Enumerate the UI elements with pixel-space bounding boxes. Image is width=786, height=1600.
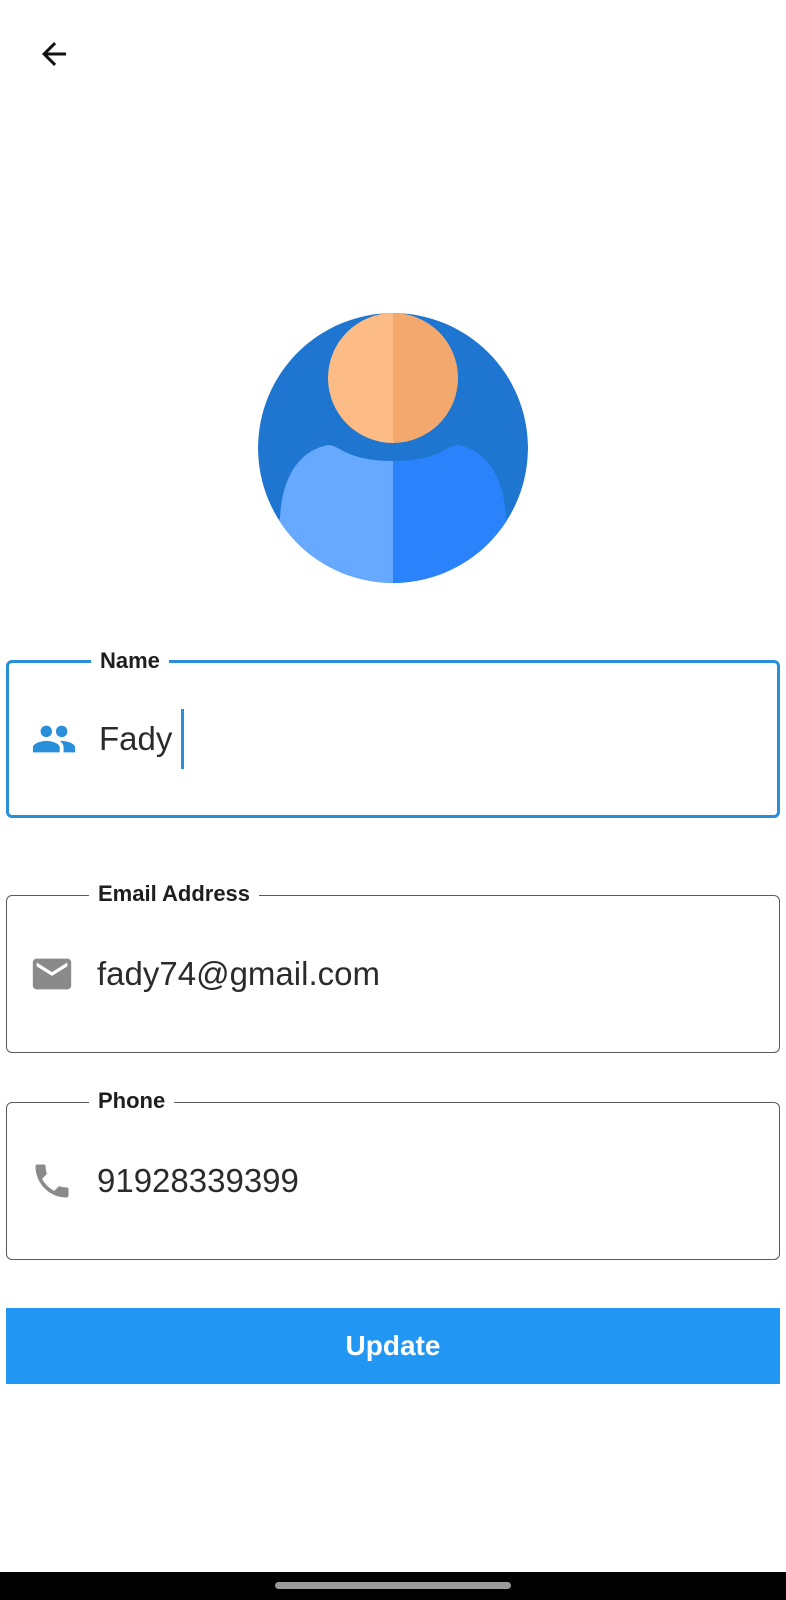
phone-label: Phone <box>89 1087 175 1115</box>
phone-field[interactable]: Phone 91928339399 <box>6 1087 780 1260</box>
system-nav-bar <box>0 1572 786 1600</box>
home-indicator[interactable] <box>275 1582 511 1589</box>
name-field[interactable]: Name Fady <box>6 647 780 818</box>
email-input[interactable]: fady74@gmail.com <box>97 955 380 993</box>
user-avatar-icon[interactable] <box>258 313 528 583</box>
email-label: Email Address <box>89 880 260 908</box>
email-field[interactable]: Email Address fady74@gmail.com <box>6 880 780 1053</box>
name-input[interactable]: Fady <box>99 709 185 769</box>
update-button[interactable]: Update <box>6 1308 780 1384</box>
phone-input[interactable]: 91928339399 <box>97 1162 299 1200</box>
people-icon <box>31 716 77 762</box>
name-label: Name <box>91 647 169 675</box>
edit-profile-screen: Name Fady Email Address fady74@gmail.com… <box>0 0 786 1600</box>
mail-icon <box>29 951 75 997</box>
phone-icon <box>29 1158 75 1204</box>
back-button[interactable] <box>30 30 78 78</box>
text-cursor <box>181 709 185 769</box>
name-value: Fady <box>99 720 173 757</box>
arrow-left-icon <box>42 42 66 66</box>
